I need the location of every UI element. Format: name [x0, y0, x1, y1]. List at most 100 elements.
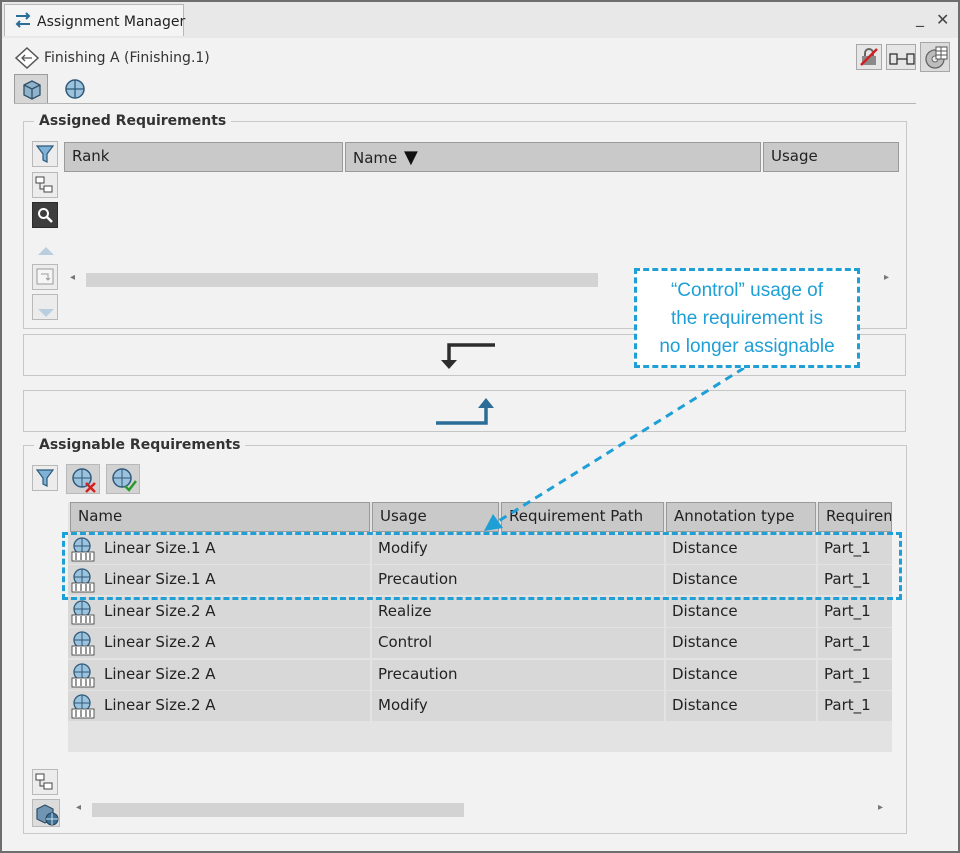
lock-button[interactable] — [856, 44, 882, 70]
cell-annotation: Distance — [666, 659, 816, 690]
cell-requirement: Part_1 — [818, 659, 892, 690]
reorder-icon — [36, 268, 56, 290]
requirement-size-icon — [70, 693, 96, 721]
assignable-scrollbar-thumb[interactable] — [92, 803, 464, 817]
table-row[interactable]: Linear Size.2 A Precaution Distance Part_1 — [68, 659, 892, 690]
callout-line-1: “Control” usage of — [670, 280, 824, 301]
move-down-button[interactable] — [32, 294, 58, 320]
link-icon — [889, 51, 915, 70]
assignable-product-button[interactable] — [32, 799, 60, 827]
settings-table-icon — [923, 45, 949, 75]
remove-requirement-filter-button[interactable] — [66, 464, 100, 494]
link-button[interactable] — [886, 44, 916, 70]
tab-product[interactable] — [14, 74, 48, 104]
product-assign-icon — [35, 802, 59, 830]
move-up-button[interactable] — [32, 233, 58, 259]
cell-path — [501, 628, 664, 659]
triangle-down-icon — [37, 303, 55, 322]
cell-path — [501, 596, 664, 627]
title-bar: Assignment Manager _ ✕ — [2, 2, 958, 38]
tree-icon — [35, 772, 55, 796]
transfer-icon — [14, 12, 32, 32]
assigned-requirements-title: Assigned Requirements — [34, 113, 232, 129]
annotation-callout: “Control” usage of the requirement is no… — [634, 268, 860, 368]
filter-icon — [35, 468, 55, 492]
cell-name: Linear Size.2 A — [68, 596, 370, 627]
callout-line-3: no longer assignable — [659, 336, 835, 357]
assignable-filter-button[interactable] — [32, 465, 58, 491]
cell-usage: Precaution — [372, 659, 501, 690]
cell-requirement: Part_1 — [818, 628, 892, 659]
filter-icon — [35, 144, 55, 168]
cell-annotation-text: Distance — [672, 633, 738, 652]
requirement-size-icon — [70, 599, 96, 627]
cell-annotation: Distance — [666, 691, 816, 721]
table-row[interactable]: Linear Size.2 A Realize Distance Part_1 — [68, 596, 892, 627]
cell-annotation-text: Distance — [672, 601, 738, 620]
window-tab[interactable]: Assignment Manager — [4, 4, 186, 36]
assigned-col-usage[interactable]: Usage — [763, 142, 899, 172]
table-row[interactable]: Linear Size.2 A Control Distance Part_1 — [68, 628, 892, 659]
assignable-scroll-left[interactable]: ◂ — [76, 802, 81, 813]
assignable-requirements-title: Assignable Requirements — [34, 437, 246, 453]
cell-requirement-text: Part_1 — [824, 696, 871, 714]
requirement-tab-icon — [63, 77, 87, 105]
valid-requirement-filter-button[interactable] — [106, 464, 140, 494]
cell-requirement-text: Part_1 — [824, 601, 871, 620]
assignable-col-requirement[interactable]: Requirement — [818, 502, 892, 532]
assigned-filter-button[interactable] — [32, 141, 58, 167]
cell-requirement: Part_1 — [818, 596, 892, 627]
cell-usage-text: Realize — [378, 601, 432, 620]
minimize-button[interactable]: _ — [916, 8, 924, 27]
assigned-scroll-right[interactable]: ▸ — [884, 272, 889, 283]
cell-path — [501, 659, 664, 690]
cell-name: Linear Size.2 A — [68, 628, 370, 659]
assign-button[interactable] — [23, 390, 906, 432]
highlighted-rows-outline — [62, 532, 902, 600]
tab-requirement[interactable] — [58, 74, 92, 104]
finishing-icon — [14, 46, 40, 74]
lock-disabled-icon — [859, 47, 879, 71]
product-tab-icon — [20, 78, 44, 106]
cell-annotation: Distance — [666, 596, 816, 627]
requirement-remove-icon — [71, 467, 97, 497]
assigned-col-name-label: Name — [353, 149, 398, 167]
cell-annotation-text: Distance — [672, 664, 738, 683]
assigned-search-button[interactable] — [32, 202, 58, 228]
cell-name-text: Linear Size.2 A — [104, 696, 216, 714]
cell-name-text: Linear Size.2 A — [104, 664, 216, 683]
assigned-scrollbar-thumb[interactable] — [86, 273, 598, 287]
cell-usage-text: Modify — [378, 696, 428, 714]
cell-requirement-text: Part_1 — [824, 633, 871, 652]
cell-usage: Control — [372, 628, 501, 659]
cell-annotation-text: Distance — [672, 696, 738, 714]
settings-button[interactable] — [920, 42, 950, 72]
tab-underline — [14, 103, 916, 104]
window-title: Assignment Manager — [37, 14, 186, 30]
cell-name-text: Linear Size.2 A — [104, 633, 216, 652]
cell-annotation: Distance — [666, 628, 816, 659]
search-icon — [37, 207, 53, 227]
sort-desc-icon: ▼ — [404, 147, 418, 168]
close-button[interactable]: ✕ — [936, 10, 949, 29]
context-label: Finishing A (Finishing.1) — [44, 50, 210, 66]
assignable-scroll-right[interactable]: ▸ — [878, 802, 883, 813]
callout-line-2: the requirement is — [670, 308, 824, 329]
reorder-button[interactable] — [32, 264, 58, 290]
callout-arrow — [484, 366, 745, 531]
cell-usage: Realize — [372, 596, 501, 627]
assigned-scroll-left[interactable]: ◂ — [70, 272, 75, 283]
assignable-col-name[interactable]: Name — [70, 502, 370, 532]
assigned-col-rank[interactable]: Rank — [64, 142, 343, 172]
cell-usage-text: Precaution — [378, 664, 458, 683]
cell-path — [501, 691, 664, 721]
assigned-col-name[interactable]: Name ▼ — [345, 142, 761, 172]
cell-name-text: Linear Size.2 A — [104, 601, 216, 620]
cell-usage: Modify — [372, 691, 501, 721]
assignable-tree-button[interactable] — [32, 769, 58, 795]
requirement-check-icon — [111, 467, 137, 497]
assignment-manager-window: Assignment Manager _ ✕ Finishing A (Fini… — [0, 0, 960, 853]
requirement-size-icon — [70, 662, 96, 690]
assigned-tree-button[interactable] — [32, 172, 58, 198]
table-row[interactable]: Linear Size.2 A Modify Distance Part_1 — [68, 691, 892, 721]
